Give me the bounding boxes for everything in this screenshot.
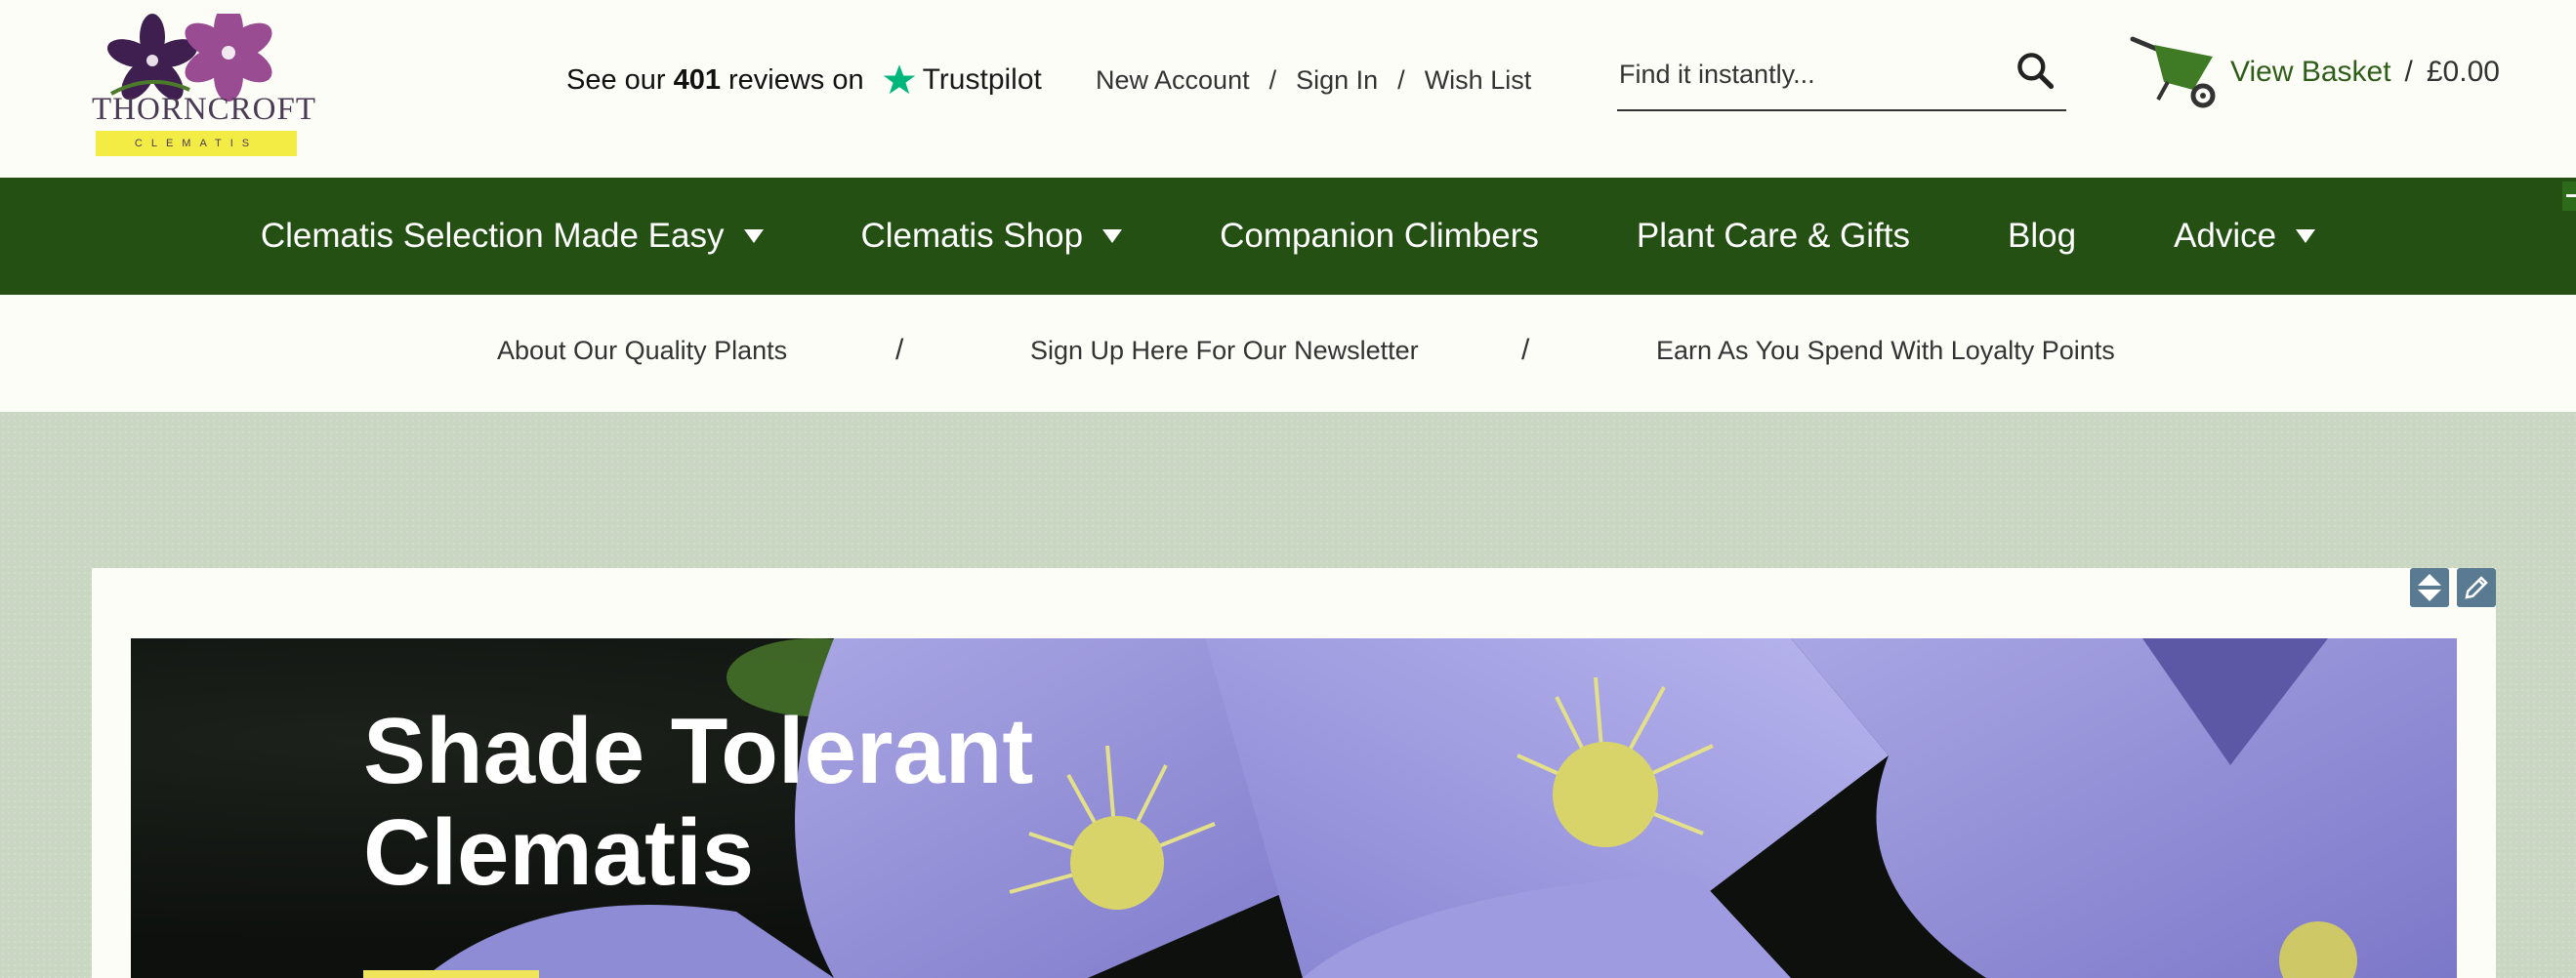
separator: / [1397, 64, 1405, 95]
nav-label: Clematis Selection Made Easy [260, 217, 725, 255]
wheelbarrow-icon[interactable] [2129, 31, 2223, 113]
hero-title: Shade Tolerant Clematis [363, 701, 1047, 904]
nav-label: Blog [2008, 217, 2077, 255]
newsletter-signup-link[interactable]: Sign Up Here For Our Newsletter [1030, 336, 1419, 366]
hero-cta-button[interactable] [363, 970, 539, 978]
logo-tagline: CLEMATIS [96, 131, 297, 156]
wish-list-link[interactable]: Wish List [1425, 65, 1532, 96]
new-account-link[interactable]: New Account [1096, 65, 1250, 96]
magnifier-icon[interactable] [2014, 49, 2057, 92]
nav-label: Advice [2174, 217, 2277, 255]
search-input[interactable] [1617, 49, 1992, 100]
trustpilot-suffix: reviews on [727, 63, 864, 96]
about-quality-plants-link[interactable]: About Our Quality Plants [497, 336, 787, 366]
nav-blog[interactable]: Blog [2008, 217, 2076, 256]
nav-label: Plant Care & Gifts [1636, 217, 1911, 255]
trustpilot-prefix: See our [566, 63, 666, 96]
separator: / [1268, 64, 1277, 95]
nav-clematis-shop[interactable]: Clematis Shop [861, 217, 1123, 256]
trustpilot-name: Trustpilot [922, 63, 1042, 96]
hero-banner: Shade Tolerant Clematis [131, 638, 2457, 978]
trustpilot-star-icon [883, 64, 915, 95]
clematis-flower-logo-icon [106, 4, 272, 102]
secondary-navigation: About Our Quality Plants / Sign Up Here … [0, 295, 2576, 412]
hero-title-line-2: Clematis [363, 800, 755, 905]
review-count: 401 [673, 63, 721, 96]
dropdown-caret-icon [2296, 229, 2316, 243]
separator: / [2404, 56, 2413, 88]
edit-pencil-icon[interactable] [2457, 568, 2496, 607]
nav-label: Companion Climbers [1220, 217, 1539, 255]
basket-total: £0.00 [2426, 56, 2500, 88]
search-bar [1617, 43, 2066, 111]
site-header: THORNCROFT CLEMATIS See our 401 reviews … [0, 0, 2576, 178]
dropdown-caret-icon [743, 229, 764, 243]
separator: / [895, 334, 904, 366]
thorncroft-logo[interactable]: THORNCROFT CLEMATIS [92, 4, 317, 156]
view-basket-link[interactable]: View Basket [2230, 56, 2391, 89]
account-links: New Account / Sign In / Wish List [1096, 57, 1531, 103]
dropdown-caret-icon [1102, 229, 1123, 243]
loyalty-points-link[interactable]: Earn As You Spend With Loyalty Points [1656, 336, 2115, 366]
nav-plant-care-gifts[interactable]: Plant Care & Gifts [1637, 217, 1910, 256]
nav-label: Clematis Shop [860, 217, 1084, 255]
sign-in-link[interactable]: Sign In [1296, 65, 1378, 96]
nav-companion-climbers[interactable]: Companion Climbers [1220, 217, 1539, 256]
hero-title-line-1: Shade Tolerant [363, 699, 1034, 803]
nav-edge-toggle[interactable] [2562, 182, 2576, 211]
reorder-icon[interactable] [2410, 568, 2449, 607]
trustpilot-widget[interactable]: See our 401 reviews on Trustpilot [566, 57, 1042, 103]
nav-advice[interactable]: Advice [2174, 217, 2316, 256]
logo-wordmark: THORNCROFT [92, 92, 317, 127]
basket: View Basket / £0.00 [2129, 23, 2500, 121]
separator: / [1521, 334, 1530, 366]
nav-clematis-selection-made-easy[interactable]: Clematis Selection Made Easy [261, 217, 764, 256]
main-navigation: Clematis Selection Made Easy Clematis Sh… [0, 178, 2576, 295]
